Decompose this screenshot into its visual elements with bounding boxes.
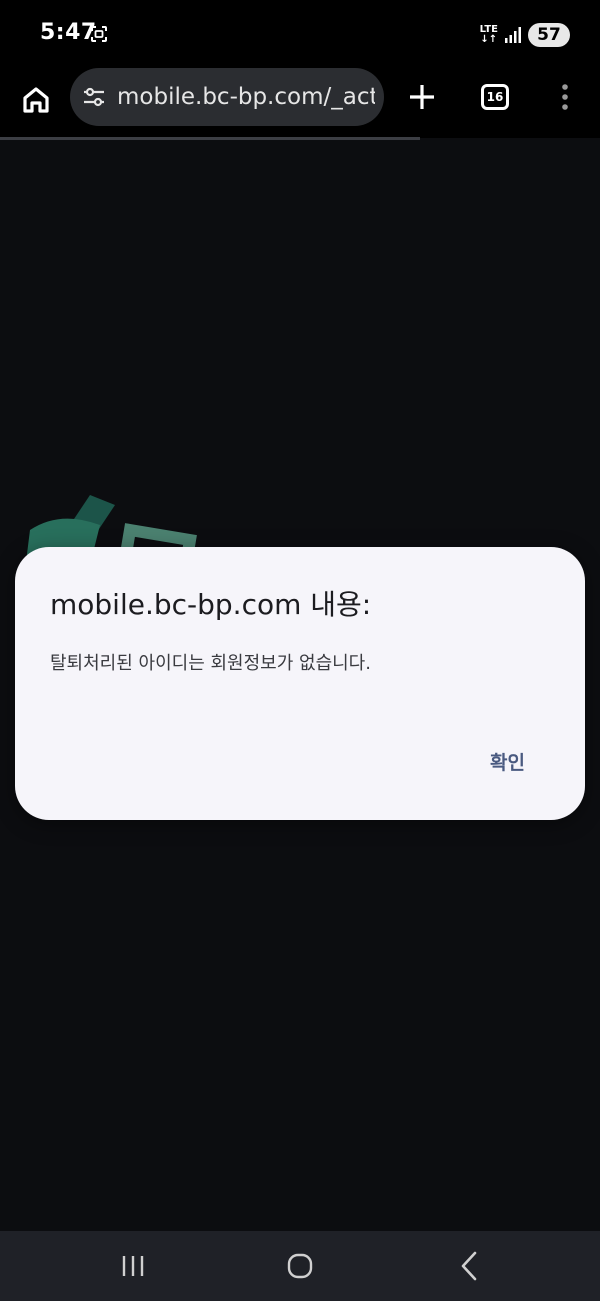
browser-toolbar: mobile.bc-bp.com/_action/login 16 — [0, 68, 600, 138]
dialog-title: mobile.bc-bp.com 내용: — [50, 588, 372, 621]
dialog-message: 탈퇴처리된 아이디는 회원정보가 없습니다. — [50, 653, 371, 674]
network-activity: ↓↑ — [480, 34, 498, 45]
page-load-progress — [0, 137, 420, 140]
ok-button[interactable]: 확인 — [490, 748, 525, 775]
screenshot-icon — [91, 26, 107, 42]
status-time: 5:47 — [40, 20, 97, 45]
url-text[interactable]: mobile.bc-bp.com/_action/login — [117, 83, 375, 111]
screen: 5:47 LTE ↓↑ 57 mobile.bc-bp.com/_act 16 … — [0, 0, 600, 1301]
signal-icon — [505, 27, 521, 43]
url-bar[interactable]: mobile.bc-bp.com/_action/login — [70, 68, 384, 126]
tab-switcher-button[interactable]: 16 — [481, 84, 509, 110]
status-bar: 5:47 LTE ↓↑ 57 — [0, 0, 600, 68]
network-indicator: LTE ↓↑ — [480, 25, 498, 45]
back-chevron-icon[interactable] — [455, 1249, 485, 1283]
alert-dialog: mobile.bc-bp.com 내용: 탈퇴처리된 아이디는 회원정보가 없습… — [15, 547, 585, 820]
home-circle-icon[interactable] — [285, 1251, 315, 1281]
battery-indicator: 57 — [528, 23, 570, 47]
plus-icon[interactable] — [406, 81, 438, 113]
status-icons: LTE ↓↑ 57 — [480, 22, 570, 48]
home-icon[interactable] — [18, 82, 54, 118]
more-vert-icon[interactable] — [555, 82, 575, 112]
system-nav-bar — [0, 1231, 600, 1301]
recents-icon[interactable] — [118, 1251, 148, 1281]
tune-icon[interactable] — [82, 85, 106, 109]
